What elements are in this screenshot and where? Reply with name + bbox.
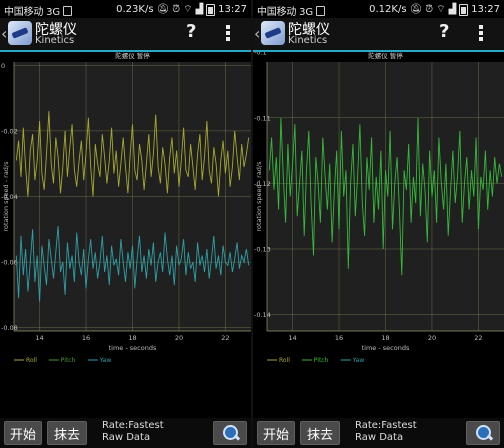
signal-icon: ▟ xyxy=(448,4,457,15)
alarm-icon: ⏰︎ xyxy=(425,4,434,15)
network-speed: 0.23K/s xyxy=(116,4,154,15)
x-tick-label: 14 xyxy=(35,334,43,342)
rate-label: Rate:Fastest xyxy=(355,420,417,431)
x-tick-label: 22 xyxy=(474,334,482,342)
x-tick-label: 18 xyxy=(128,334,136,342)
clear-button[interactable]: 抹去 xyxy=(300,421,340,445)
help-button[interactable]: ? xyxy=(439,21,449,42)
network-speed: 0.12K/s xyxy=(369,4,407,15)
legend-item-yaw: Yaw xyxy=(99,357,112,364)
overflow-menu-icon[interactable] xyxy=(226,25,230,43)
x-tick-label: 14 xyxy=(288,334,296,342)
gyroscope-chart[interactable]: 陀螺仪 暂停 0 -0.02 -0.04 -0.06 -0.08 14 16 18 20 22 tim… xyxy=(0,52,251,415)
y-tick-label: 0 xyxy=(1,62,5,70)
y-tick-label: -0.14 xyxy=(254,311,271,319)
x-axis-label: time - seconds xyxy=(109,344,157,352)
status-bar: 中国移动 3G 0.23K/s 🔕︎ ⏰︎ ⌔ ▟ 13:27 xyxy=(0,0,251,18)
chart-title: 陀螺仪 暂停 xyxy=(368,52,403,60)
mute-icon: 🔕︎ xyxy=(156,4,170,15)
bottom-toolbar: 开始 抹去 Rate:Fastest Raw Data xyxy=(253,418,504,448)
back-chevron-icon[interactable]: ‹ xyxy=(1,24,7,43)
carrier-text: 中国移动 3G xyxy=(257,7,313,18)
action-bar: ‹ 陀螺仪 Kinetics ? xyxy=(0,18,251,50)
alarm-icon: ⏰︎ xyxy=(172,4,181,15)
help-button[interactable]: ? xyxy=(186,21,196,42)
rate-info[interactable]: Rate:Fastest Raw Data xyxy=(102,420,164,444)
lock-icon xyxy=(315,6,325,16)
y-tick-label: -0.02 xyxy=(1,127,18,135)
x-tick-label: 20 xyxy=(428,334,436,342)
back-chevron-icon[interactable]: ‹ xyxy=(254,24,260,43)
magnifier-handle xyxy=(486,434,494,441)
start-button[interactable]: 开始 xyxy=(257,421,295,445)
zoom-button[interactable] xyxy=(466,421,500,445)
clear-button[interactable]: 抹去 xyxy=(47,421,87,445)
x-tick-label: 16 xyxy=(335,334,343,342)
left-screen: 中国移动 3G 0.23K/s 🔕︎ ⏰︎ ⌔ ▟ 13:27 ‹ 陀螺仪 Ki… xyxy=(0,0,251,448)
carrier-label: 中国移动 3G xyxy=(4,3,72,18)
start-button[interactable]: 开始 xyxy=(4,421,42,445)
lock-icon xyxy=(62,6,72,16)
battery-icon xyxy=(206,3,216,16)
x-tick-label: 22 xyxy=(221,334,229,342)
rate-label: Rate:Fastest xyxy=(102,420,164,431)
x-tick-label: 20 xyxy=(175,334,183,342)
zoom-button[interactable] xyxy=(213,421,247,445)
status-bar: 中国移动 3G 0.12K/s 🔕︎ ⏰︎ ⌔ ▟ 13:27 xyxy=(253,0,504,18)
y-tick-label: -0.13 xyxy=(254,245,271,253)
wifi-icon: ⌔ xyxy=(436,4,446,15)
chart-svg: 陀螺仪 暂停0-0.02-0.04-0.06-0.0814 16 18 20 22tim… xyxy=(1,52,251,364)
action-bar: ‹ 陀螺仪 Kinetics ? xyxy=(253,18,504,50)
battery-icon xyxy=(459,3,469,16)
legend-item-pitch: Pitch xyxy=(314,357,329,364)
carrier-label: 中国移动 3G xyxy=(257,3,325,18)
mute-icon: 🔕︎ xyxy=(409,4,423,15)
legend-item-pitch: Pitch xyxy=(61,357,76,364)
chart-svg: 陀螺仪 暂停-0.1-0.11-0.12-0.13-0.1414 16 18 20 22… xyxy=(254,52,504,364)
app-subtitle: Kinetics xyxy=(35,35,75,46)
mode-label: Raw Data xyxy=(102,432,151,443)
signal-icon: ▟ xyxy=(195,4,204,15)
app-subtitle: Kinetics xyxy=(288,35,328,46)
carrier-text: 中国移动 3G xyxy=(4,7,60,18)
app-logo-icon[interactable] xyxy=(8,21,32,45)
bottom-toolbar: 开始 抹去 Rate:Fastest Raw Data xyxy=(0,418,251,448)
rate-info[interactable]: Rate:Fastest Raw Data xyxy=(355,420,417,444)
chart-title: 陀螺仪 暂停 xyxy=(115,52,150,60)
right-screen: 中国移动 3G 0.12K/s 🔕︎ ⏰︎ ⌔ ▟ 13:27 ‹ 陀螺仪 Ki… xyxy=(253,0,504,448)
overflow-menu-icon[interactable] xyxy=(479,25,483,43)
y-axis-label: rotation speed - rad/s xyxy=(2,161,10,232)
y-axis-label: rotation speed - rad/s xyxy=(255,161,263,232)
x-axis-label: time - seconds xyxy=(362,344,410,352)
wifi-icon: ⌔ xyxy=(183,4,193,15)
legend-item-roll: Roll xyxy=(279,357,290,364)
legend-item-roll: Roll xyxy=(26,357,37,364)
mode-label: Raw Data xyxy=(355,432,404,443)
clock: 13:27 xyxy=(218,4,247,15)
y-tick-label: -0.1 xyxy=(254,52,267,57)
y-tick-label: -0.11 xyxy=(254,114,271,122)
gyroscope-chart[interactable]: 陀螺仪 暂停 -0.1 -0.11 -0.12 -0.13 -0.14 14 16 18 20 22… xyxy=(253,52,504,415)
app-logo-icon[interactable] xyxy=(261,21,285,45)
status-right: 0.23K/s 🔕︎ ⏰︎ ⌔ ▟ 13:27 xyxy=(116,3,247,16)
magnifier-handle xyxy=(233,434,241,441)
clock: 13:27 xyxy=(471,4,500,15)
y-tick-label: -0.06 xyxy=(1,259,18,267)
status-right: 0.12K/s 🔕︎ ⏰︎ ⌔ ▟ 13:27 xyxy=(369,3,500,16)
legend-item-yaw: Yaw xyxy=(352,357,365,364)
x-tick-label: 16 xyxy=(82,334,90,342)
x-tick-label: 18 xyxy=(381,334,389,342)
